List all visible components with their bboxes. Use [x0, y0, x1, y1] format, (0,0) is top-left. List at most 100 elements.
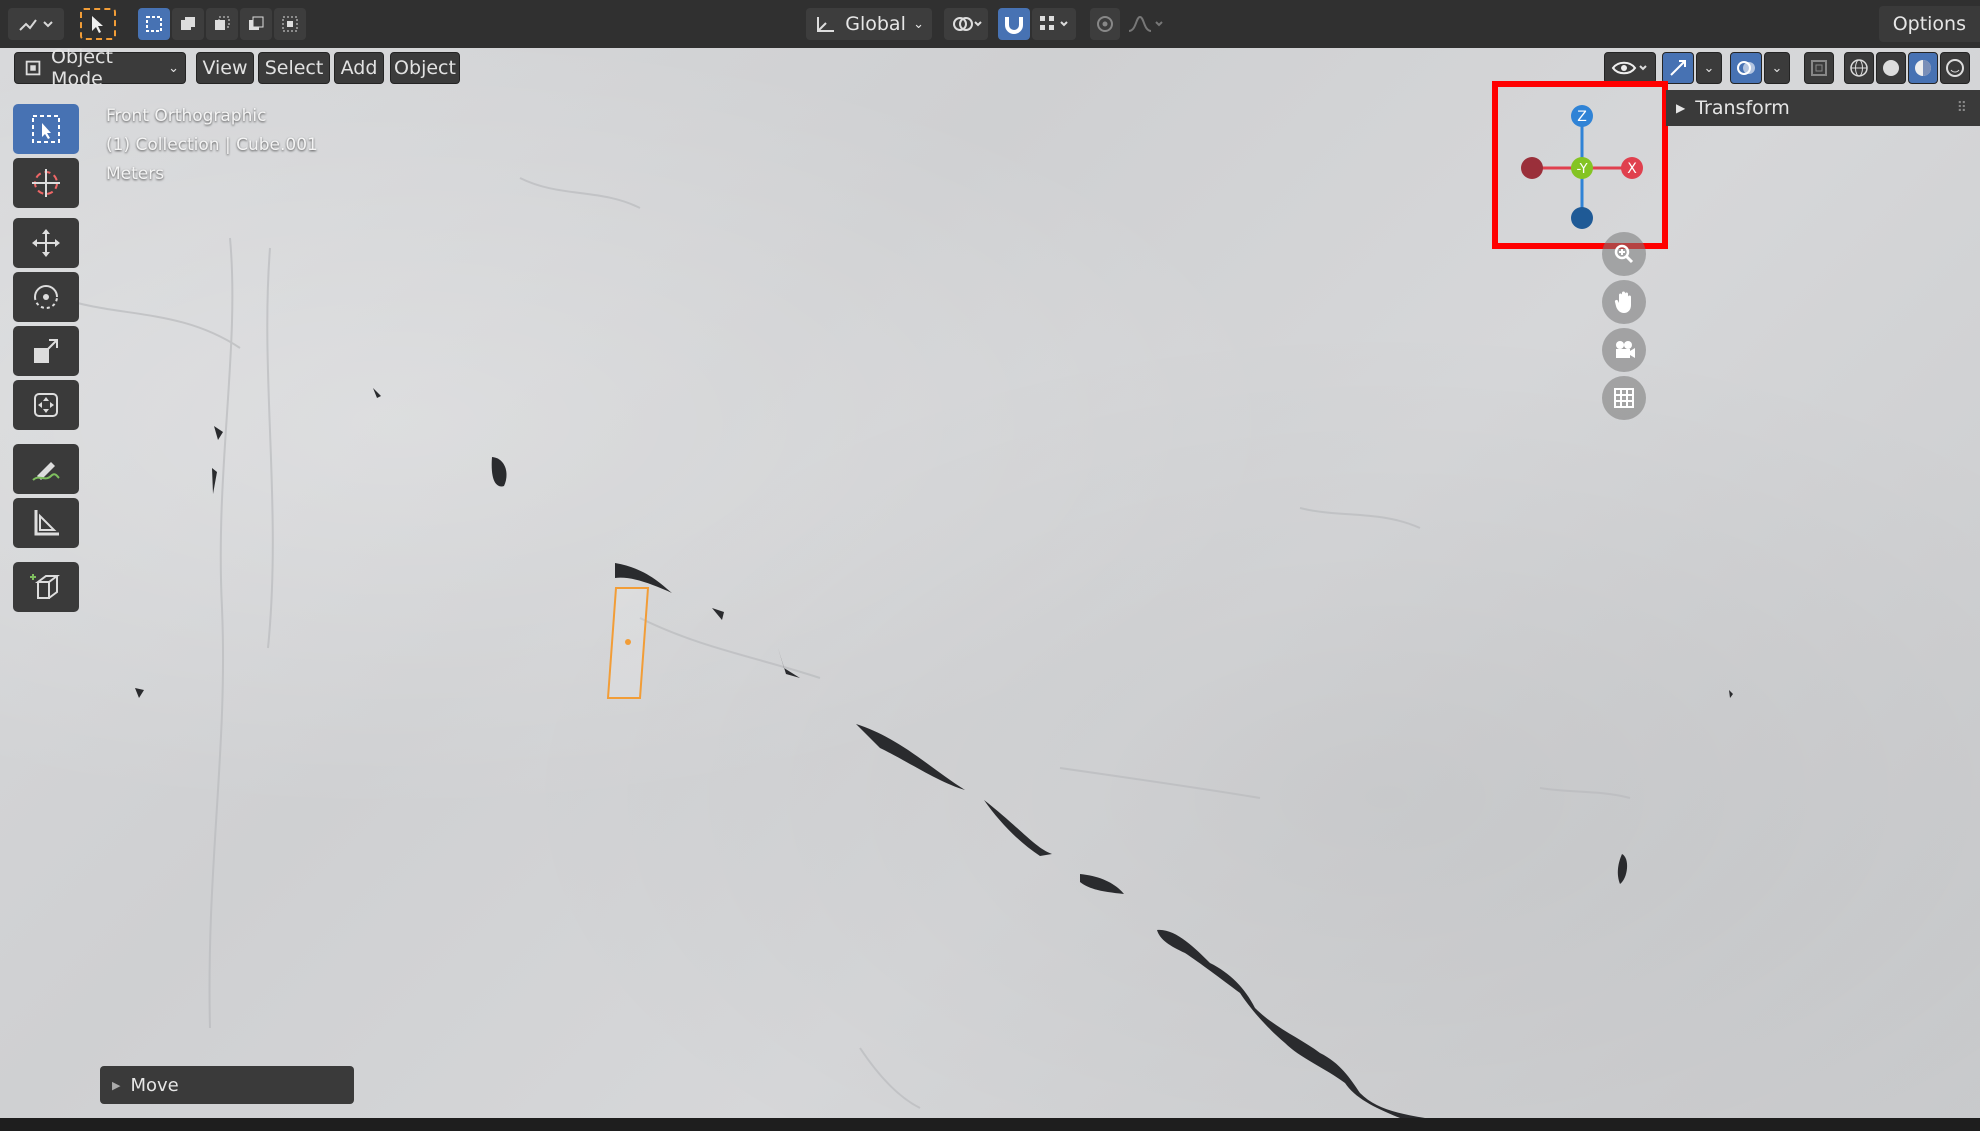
tool-move[interactable] — [13, 218, 79, 268]
falloff-dropdown[interactable] — [1124, 8, 1168, 40]
object-menu-label: Object — [394, 57, 456, 79]
rendered-sphere-icon — [1946, 59, 1964, 77]
chevron-down-icon: ⌄ — [1703, 60, 1715, 76]
proportional-edit-toggle[interactable] — [1090, 8, 1120, 40]
shading-solid-button[interactable] — [1876, 52, 1906, 84]
scale-icon — [34, 339, 58, 363]
tool-transform[interactable] — [13, 380, 79, 430]
gizmo-neg-x-axis[interactable] — [1521, 157, 1543, 179]
hand-icon — [1614, 291, 1631, 313]
select-menu[interactable]: Select — [258, 52, 330, 84]
select-menu-label: Select — [264, 57, 324, 79]
pivot-point-dropdown[interactable] — [944, 8, 988, 40]
magnet-icon — [1005, 17, 1023, 34]
overlays-toggle[interactable] — [1730, 52, 1762, 84]
tool-scale[interactable] — [13, 326, 79, 376]
wireframe-sphere-icon — [1850, 59, 1868, 77]
top-header: Global ⌄ Options — [0, 0, 1980, 49]
transform-orientation-dropdown[interactable]: Global ⌄ — [806, 8, 932, 40]
gizmo-neg-z-axis[interactable] — [1571, 207, 1593, 229]
disclosure-triangle-icon: ▶ — [112, 1078, 121, 1092]
snap-target-dropdown[interactable] — [1032, 8, 1076, 40]
pivot-link-icon — [953, 17, 982, 31]
navigation-gizmo[interactable]: Z -Y X — [1510, 96, 1650, 236]
subtract-icon — [215, 16, 230, 30]
viewport-scene — [59, 177, 1733, 1118]
visibility-dropdown[interactable] — [1604, 52, 1656, 84]
orientation-axes-icon — [817, 17, 834, 32]
camera-icon — [1616, 341, 1635, 358]
shading-rendered-button[interactable] — [1940, 52, 1970, 84]
editor-type-icon — [19, 19, 53, 31]
zoom-button[interactable] — [1602, 232, 1646, 276]
proportional-edit-icon — [1097, 16, 1113, 32]
object-mode-dropdown[interactable]: Object Mode ⌄ — [14, 46, 186, 90]
select-tweak-button[interactable] — [80, 8, 116, 40]
shading-material-button[interactable] — [1908, 52, 1938, 84]
gizmo-z-label: Z — [1577, 109, 1587, 125]
tool-annotate[interactable] — [13, 444, 79, 494]
pan-button[interactable] — [1602, 280, 1646, 324]
tool-add-cube[interactable] — [13, 562, 79, 612]
material-sphere-icon — [1915, 60, 1931, 76]
solid-sphere-icon — [1883, 60, 1899, 76]
gizmo-y-label: -Y — [1576, 162, 1587, 177]
extend-icon — [181, 17, 195, 30]
selected-object-cube[interactable] — [606, 587, 650, 699]
transform-panel-header[interactable]: ▶ Transform ⠿ — [1666, 90, 1980, 126]
add-menu-label: Add — [340, 57, 378, 79]
gizmo-arrows-icon — [1670, 60, 1686, 76]
toggle-ortho-button[interactable] — [1602, 376, 1646, 420]
options-button[interactable]: Options — [1878, 6, 1980, 42]
tool-rotate[interactable] — [13, 272, 79, 322]
drag-handle-icon[interactable]: ⠿ — [1957, 100, 1968, 116]
tool-cursor[interactable] — [13, 158, 79, 208]
xray-icon — [1811, 60, 1827, 76]
add-cube-icon — [30, 574, 60, 599]
mode-subtract-button[interactable] — [206, 8, 238, 40]
tool-measure[interactable] — [13, 498, 79, 548]
gizmo-toggle[interactable] — [1662, 52, 1694, 84]
mode-intersect-button[interactable] — [274, 8, 306, 40]
zoom-magnifier-icon — [1614, 244, 1634, 264]
falloff-curve-icon — [1128, 15, 1163, 32]
disclosure-triangle-icon: ▶ — [1676, 101, 1686, 115]
orientation-label: Global — [845, 13, 906, 35]
snap-toggle[interactable] — [998, 8, 1030, 40]
grid-icon — [1614, 388, 1634, 408]
rotate-icon — [34, 285, 58, 309]
editor-type-button[interactable] — [8, 8, 64, 40]
add-menu[interactable]: Add — [334, 52, 384, 84]
object-menu[interactable]: Object — [390, 52, 460, 84]
mode-new-button[interactable] — [138, 8, 170, 40]
units-text: Meters — [106, 164, 165, 184]
3d-cursor-icon — [32, 169, 60, 197]
select-box-cursor-icon — [32, 115, 60, 143]
view-menu-label: View — [202, 57, 248, 79]
view-menu[interactable]: View — [196, 52, 254, 84]
overlays-dropdown[interactable]: ⌄ — [1764, 52, 1790, 84]
object-mode-icon — [25, 60, 41, 76]
move-arrows-icon — [32, 229, 60, 257]
3d-viewport[interactable]: Front Orthographic (1) Collection | Cube… — [0, 48, 1980, 1118]
mode-difference-button[interactable] — [240, 8, 272, 40]
transform-panel-label: Transform — [1695, 97, 1790, 119]
surface-texture — [59, 177, 1631, 1109]
chevron-down-icon: ⌄ — [913, 16, 924, 32]
status-bar — [0, 1118, 1980, 1131]
gizmo-dropdown[interactable]: ⌄ — [1696, 52, 1722, 84]
view-name-text: Front Orthographic — [106, 106, 267, 126]
gizmo-x-label: X — [1627, 161, 1637, 177]
tool-select-box[interactable] — [13, 104, 79, 154]
last-operator-panel[interactable]: ▶ Move — [100, 1066, 354, 1104]
chevron-down-icon: ⌄ — [168, 60, 179, 76]
difference-icon — [249, 16, 264, 30]
mode-extend-button[interactable] — [172, 8, 204, 40]
camera-view-button[interactable] — [1602, 328, 1646, 372]
shading-wireframe-button[interactable] — [1844, 52, 1874, 84]
collection-text: (1) Collection | Cube.001 — [106, 135, 318, 155]
options-label: Options — [1892, 13, 1966, 35]
snap-grid-icon — [1040, 16, 1068, 30]
xray-toggle[interactable] — [1804, 52, 1834, 84]
mesh-holes — [135, 388, 1733, 1118]
